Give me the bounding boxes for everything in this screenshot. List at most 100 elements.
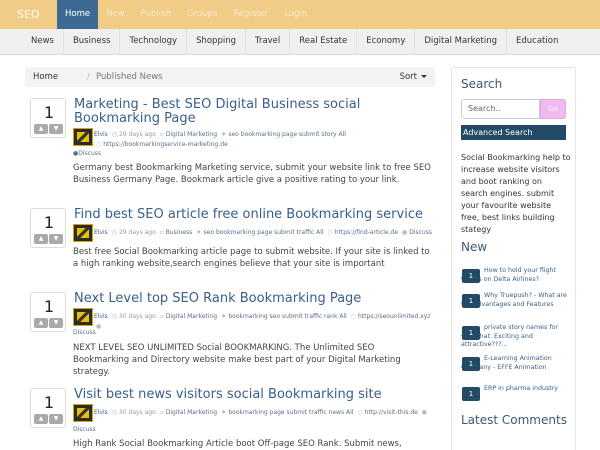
tags-link[interactable]: seo bookmarking page submit traffic All <box>204 229 324 236</box>
vote-count: 1 <box>43 393 55 412</box>
source-url[interactable]: https://bookmarkingservice-marketing.de <box>103 141 228 148</box>
post-meta: Elvis ◷ 30 days ago ▫ Digital Marketing ♦ b… <box>94 408 434 418</box>
thumbs-up-icon[interactable]: ▲ <box>34 124 48 134</box>
avatar <box>73 128 93 146</box>
post-item: 1 ▲ ▼ Marketing - Best SEO Digital Busin… <box>25 98 435 188</box>
post-description: Best free Social Bookmarking article pag… <box>73 247 430 269</box>
post-item: 1 ▲ ▼ Find best SEO article free online … <box>25 208 435 276</box>
thumbs-down-icon[interactable]: ▼ <box>49 414 63 424</box>
category-business[interactable]: Business <box>64 29 121 55</box>
new-list-item[interactable]: 1 private story names for snapchat: Exci… <box>461 324 571 350</box>
tag-icon: ♦ <box>220 409 227 416</box>
brand-logo[interactable]: SEO <box>17 0 40 29</box>
author-link[interactable]: Elvis <box>94 409 108 416</box>
sidebar-about-text: Social Bookmarking help to increase webs… <box>461 153 571 234</box>
category-link[interactable]: Business <box>166 229 192 236</box>
post-item: 1 ▲ ▼ Next Level top SEO Rank Bookmarkin… <box>25 292 435 377</box>
category-education[interactable]: Education <box>507 29 567 55</box>
clock-icon: ◷ <box>111 131 117 138</box>
category-travel[interactable]: Travel <box>246 29 291 55</box>
new-heading: New <box>461 240 488 254</box>
search-input[interactable]: Search.. <box>461 99 540 119</box>
category-real-estate[interactable]: Real Estate <box>290 29 358 55</box>
thumbs-up-icon[interactable]: ▲ <box>34 234 48 244</box>
post-item: 1 ▲ ▼ Visit best news visitors social Bo… <box>25 388 435 450</box>
category-shopping[interactable]: Shopping <box>187 29 246 55</box>
new-list-item[interactable]: 1 E-Learning Animation Company - EFFE An… <box>461 355 571 372</box>
category-bar: News Business Technology Shopping Travel… <box>0 29 600 55</box>
post-meta: Elvis ◷ 29 days ago ▫ Digital Marketing ♦ s… <box>94 130 434 150</box>
post-title[interactable]: Next Level top SEO Rank Bookmarking Page <box>74 292 434 306</box>
discuss-link[interactable]: Discuss <box>78 150 101 157</box>
breadcrumb: Home / Published News Sort <box>25 67 435 87</box>
nav-new[interactable]: New <box>98 0 133 29</box>
comment-icon: ● <box>401 229 408 236</box>
caret-down-icon <box>421 75 427 78</box>
tag-icon: ♦ <box>196 229 202 236</box>
tag-icon: ♦ <box>220 131 227 138</box>
clock-icon: ◷ <box>111 229 117 236</box>
folder-icon: ▫ <box>159 229 164 236</box>
breadcrumb-home[interactable]: Home <box>33 67 58 87</box>
author-link[interactable]: Elvis <box>94 229 108 236</box>
avatar <box>73 308 93 326</box>
author-link[interactable]: Elvis <box>94 131 108 138</box>
post-description: High Rank Social Bookmarking Article boo… <box>73 439 402 449</box>
vote-count: 1 <box>43 297 55 316</box>
source-url[interactable]: http://visit-this.de <box>365 409 418 416</box>
source-url[interactable]: https://seounlimited.xyz <box>358 313 430 320</box>
nav-login[interactable]: Login <box>276 0 315 29</box>
thumbs-down-icon[interactable]: ▼ <box>49 318 63 328</box>
vote-count: 1 <box>43 213 55 232</box>
search-go-button[interactable]: Go <box>540 99 566 119</box>
thumbs-down-icon[interactable]: ▼ <box>49 124 63 134</box>
search-heading: Search <box>461 77 503 91</box>
post-description: NEXT LEVEL SEO UNLIMITED Social BOOKMARK… <box>73 343 401 377</box>
new-list-item[interactable]: 1 ERP in pharma industry <box>461 385 571 401</box>
clock-icon: ◷ <box>111 409 117 416</box>
author-link[interactable]: Elvis <box>94 313 108 320</box>
comment-icon: ● <box>421 409 428 416</box>
thumbs-down-icon[interactable]: ▼ <box>49 234 63 244</box>
post-time: 30 days ago <box>118 313 156 320</box>
new-list-item[interactable]: 1 Why Truepush? - What are the Advantage… <box>461 292 571 309</box>
source-url[interactable]: https://find-article.de <box>335 229 398 236</box>
discuss-row: ●Discuss <box>73 149 483 159</box>
clock-icon: ◷ <box>111 313 117 320</box>
discuss-link[interactable]: Discuss <box>73 426 96 433</box>
thumbs-up-icon[interactable]: ▲ <box>34 414 48 424</box>
nav-register[interactable]: Register <box>225 0 276 29</box>
sort-dropdown[interactable]: Sort <box>400 67 427 87</box>
tags-link[interactable]: bookmarking page submit traffic news All <box>228 409 353 416</box>
discuss-row: Discuss <box>73 328 483 338</box>
nav-publish[interactable]: Publish <box>133 0 179 29</box>
globe-icon: ○ <box>357 409 363 416</box>
post-title[interactable]: Marketing - Best SEO Digital Business so… <box>74 98 434 126</box>
post-title[interactable]: Visit best news visitors social Bookmark… <box>74 388 434 402</box>
thumbs-up-icon[interactable]: ▲ <box>34 318 48 328</box>
category-link[interactable]: Digital Marketing <box>166 313 217 320</box>
category-technology[interactable]: Technology <box>120 29 188 55</box>
vote-box: 1 ▲ ▼ <box>30 98 66 138</box>
category-digital-marketing[interactable]: Digital Marketing <box>415 29 508 55</box>
category-link[interactable]: Digital Marketing <box>166 409 217 416</box>
category-link[interactable]: Digital Marketing <box>166 131 217 138</box>
globe-icon: ○ <box>96 141 102 148</box>
post-title[interactable]: Find best SEO article free online Bookma… <box>74 208 434 222</box>
vote-box: 1 ▲ ▼ <box>30 388 66 428</box>
category-news[interactable]: News <box>22 29 64 55</box>
tags-link[interactable]: seo bookmarking page submit story All <box>228 131 346 138</box>
nav-groups[interactable]: Groups <box>179 0 225 29</box>
new-list-item[interactable]: 1 How to hold your flight tickets on Del… <box>461 267 571 284</box>
new-item-count: 1 <box>462 387 480 401</box>
advanced-search-button[interactable]: Advanced Search <box>461 125 566 140</box>
discuss-link[interactable]: Discuss <box>73 329 96 336</box>
post-description: Germany best Bookmarking Marketing servi… <box>73 163 431 185</box>
tag-icon: ♦ <box>220 313 227 320</box>
discuss-link[interactable]: Discuss <box>409 229 432 236</box>
category-economy[interactable]: Economy <box>357 29 416 55</box>
vote-box: 1 ▲ ▼ <box>30 208 66 248</box>
globe-icon: ○ <box>350 313 356 320</box>
tags-link[interactable]: bookmarking seo submit traffic rank All <box>228 313 346 320</box>
nav-home[interactable]: Home <box>57 0 99 29</box>
